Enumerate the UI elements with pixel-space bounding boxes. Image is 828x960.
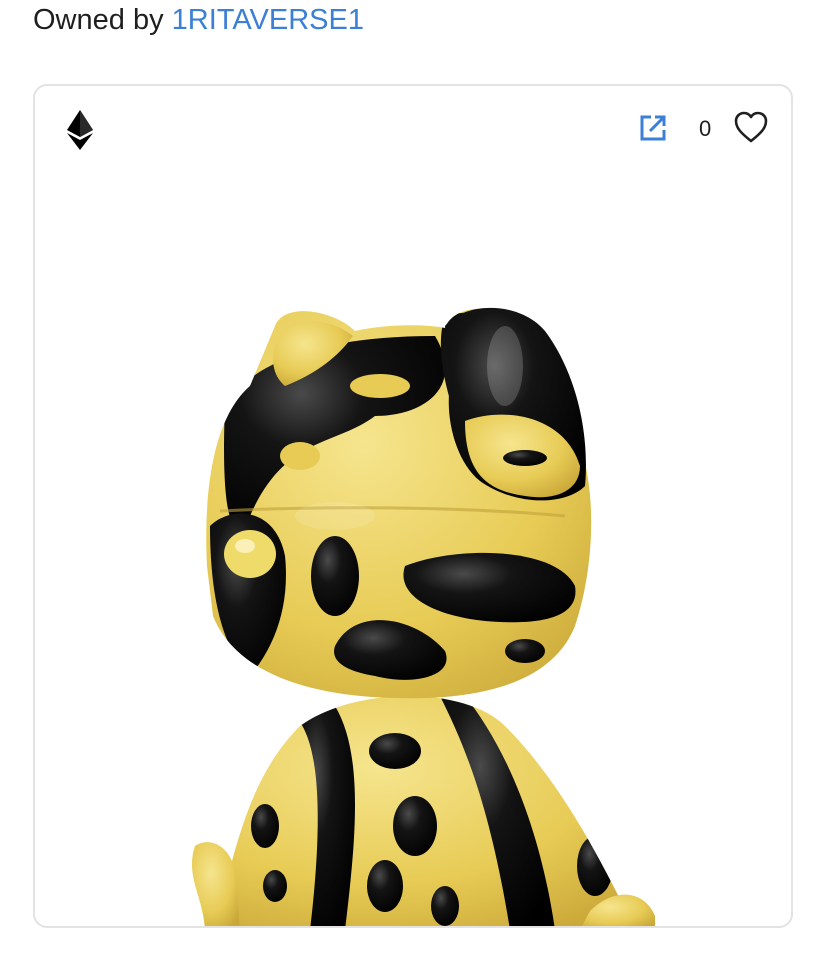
owner-line: Owned by 1RITAVERSE1: [33, 2, 364, 38]
like-count: 0: [699, 116, 712, 141]
nft-artwork-image: [192, 307, 655, 926]
card-header: 0: [35, 86, 791, 170]
external-link-icon[interactable]: [637, 112, 669, 144]
owner-name-link[interactable]: 1RITAVERSE1: [172, 4, 364, 36]
ethereum-icon: [67, 110, 93, 150]
heart-outline-icon[interactable]: [733, 110, 769, 144]
nft-card: 0: [33, 84, 793, 928]
owner-prefix: Owned by: [33, 4, 164, 36]
